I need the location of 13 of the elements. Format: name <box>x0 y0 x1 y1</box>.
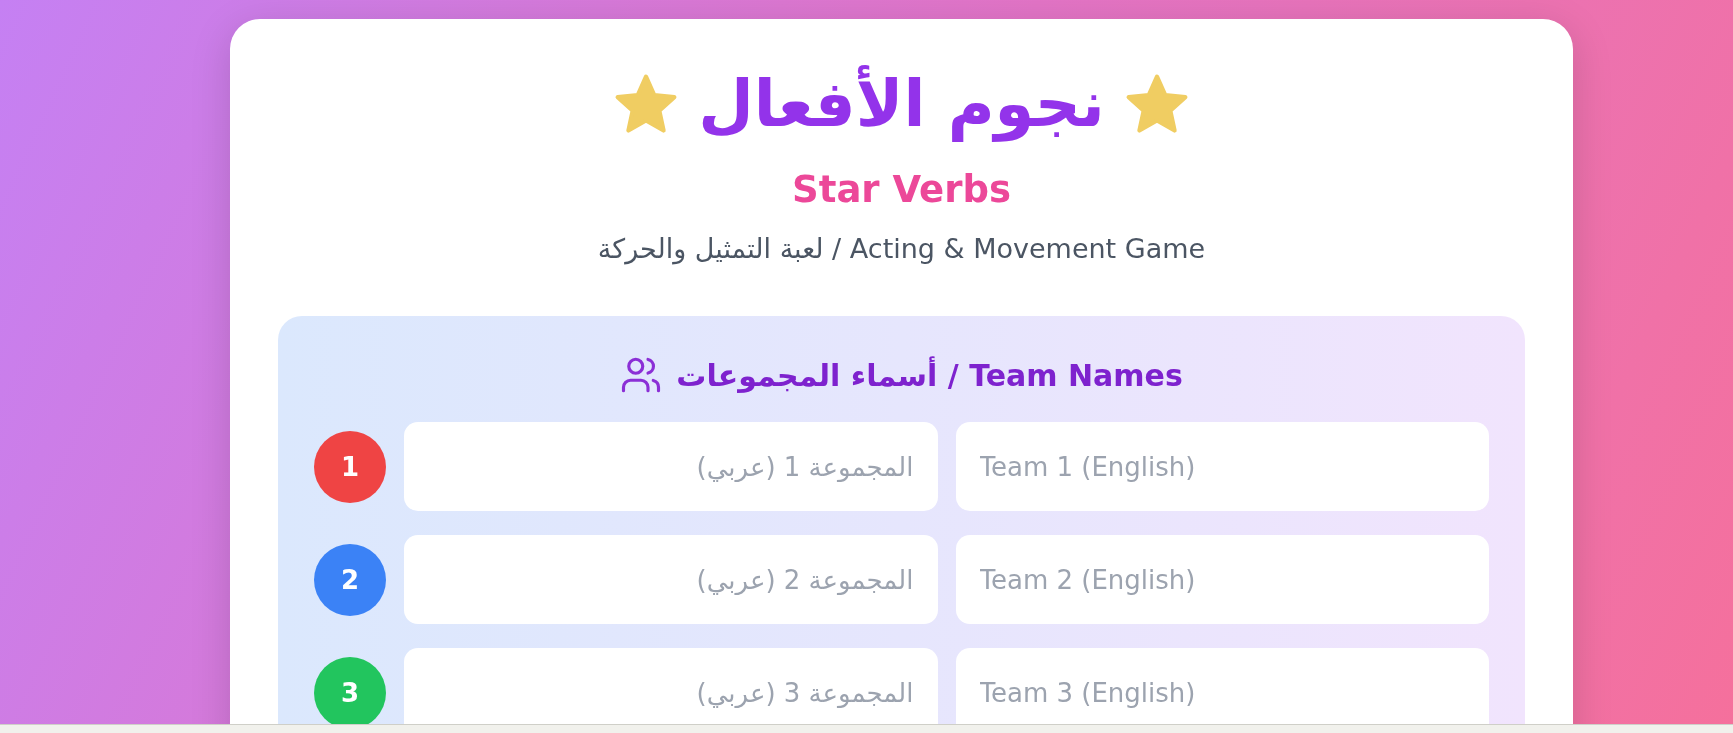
arabic-name-field[interactable]: المجموعة 2 (عربي) <box>404 535 938 625</box>
team-number-badge: 2 <box>314 543 386 616</box>
app-subtitle: Star Verbs <box>791 168 1012 212</box>
arabic-name-field[interactable]: المجموعة 3 (عربي) <box>404 648 938 724</box>
team-number-badge: 3 <box>314 656 386 724</box>
team-number-badge: 1 <box>314 430 386 503</box>
english-name-field[interactable]: Team 3 (English) <box>955 648 1489 724</box>
english-name-field[interactable]: Team 1 (English) <box>955 422 1489 512</box>
app-title: نجوم الأفعال <box>698 64 1105 144</box>
arabic-name-field[interactable]: المجموعة 1 (عربي) <box>404 422 938 512</box>
english-name-field[interactable]: Team 2 (English) <box>955 535 1489 625</box>
tagline: لعبة التمثيل والحركة / Acting & Movement Game <box>596 233 1207 265</box>
panel-heading: أسماء المجموعات / Team Names <box>676 357 1183 393</box>
